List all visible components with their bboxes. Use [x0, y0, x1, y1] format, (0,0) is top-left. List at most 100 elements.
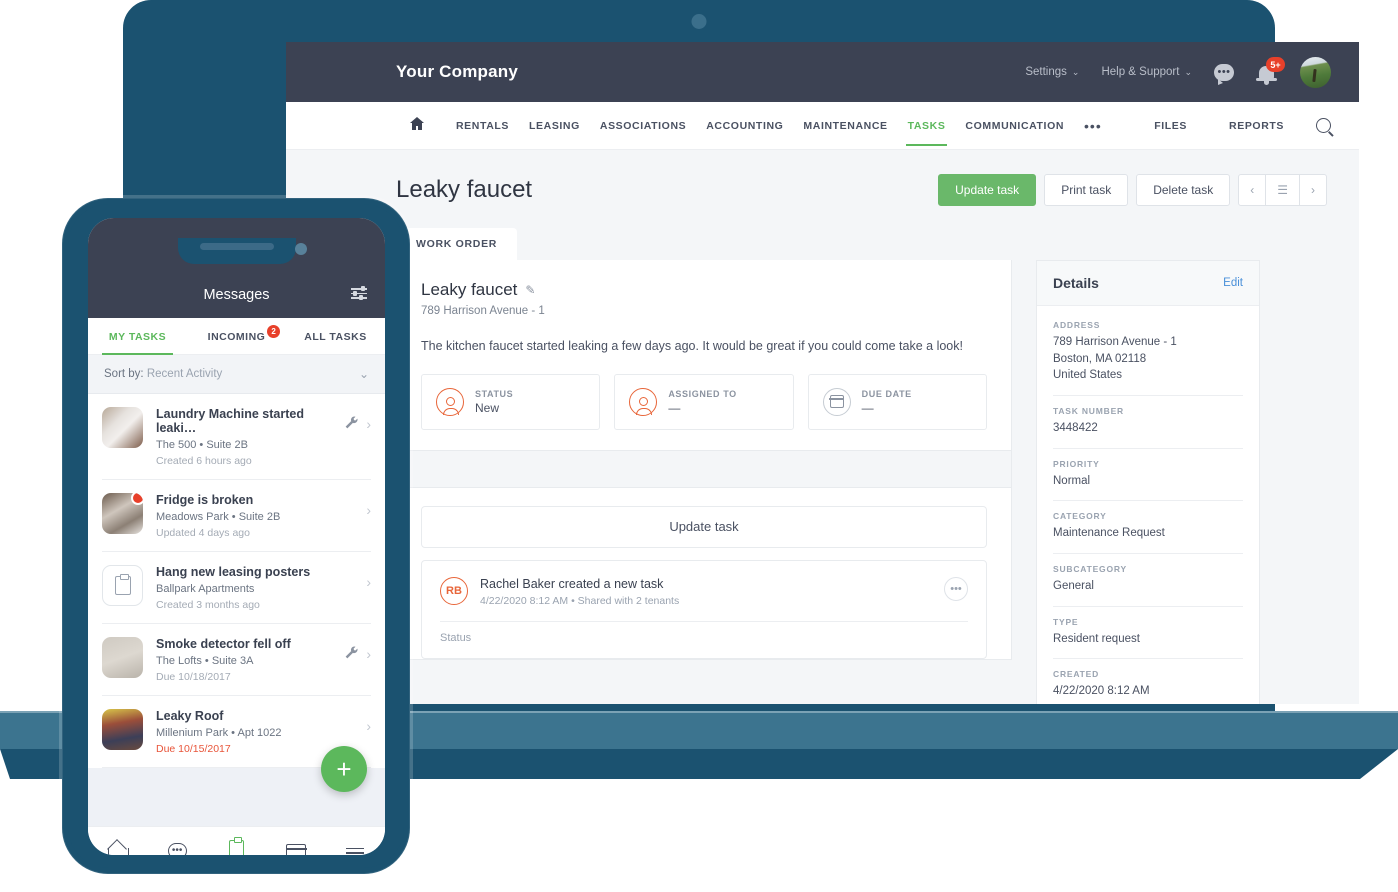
- detail-label: CATEGORY: [1053, 511, 1107, 522]
- list-item[interactable]: Hang new leasing posters Ballpark Apartm…: [88, 552, 385, 623]
- list-item-title: Fridge is broken: [156, 493, 254, 507]
- page-header: Leaky faucet Update task Print task Dele…: [286, 150, 1359, 206]
- nav-item-tasks[interactable]: TASKS: [898, 105, 956, 146]
- page-area: Leaky faucet Update task Print task Dele…: [286, 150, 1359, 704]
- status-icon: [436, 387, 464, 416]
- list-item[interactable]: Smoke detector fell off The Lofts • Suit…: [88, 624, 385, 695]
- content-row: Leaky faucet ✎ 789 Harrison Avenue - 1 T…: [286, 260, 1359, 704]
- feed-entry-title: Rachel Baker created a new task: [480, 576, 664, 591]
- list-item[interactable]: Fridge is broken Meadows Park • Suite 2B…: [88, 480, 385, 551]
- nav-tasks[interactable]: Tasks: [207, 837, 266, 855]
- list-item-actions: ›: [366, 565, 371, 590]
- list-item-actions: ›: [366, 493, 371, 518]
- nav-item-files[interactable]: FILES: [1144, 105, 1197, 146]
- details-body: ADDRESS 789 Harrison Avenue - 1 Boston, …: [1037, 306, 1259, 704]
- sliders-icon[interactable]: [351, 285, 367, 300]
- list-item-title: Hang new leasing posters: [156, 565, 311, 579]
- tab-incoming[interactable]: INCOMING 2: [187, 318, 286, 354]
- detail-value: Maintenance Request: [1053, 527, 1165, 540]
- sort-value: Recent Activity: [146, 368, 223, 380]
- prev-task-button[interactable]: ‹: [1238, 174, 1267, 206]
- clipboard-icon: [207, 837, 266, 855]
- list-item-meta: Due 10/18/2017: [156, 671, 231, 683]
- nav-messages[interactable]: ••• Messages: [147, 837, 206, 855]
- details-edit-link[interactable]: Edit: [1223, 277, 1243, 289]
- feed-status-label: Status: [440, 631, 472, 644]
- task-main-card: Leaky faucet ✎ 789 Harrison Avenue - 1 T…: [396, 260, 1012, 660]
- delete-task-button[interactable]: Delete task: [1136, 174, 1231, 206]
- avatar[interactable]: [1300, 56, 1331, 88]
- notifications-button[interactable]: 5+: [1256, 57, 1285, 85]
- search-icon[interactable]: [1316, 118, 1331, 133]
- phone-screen: Messages MY TASKS INCOMING 2 ALL TASKS So…: [88, 218, 385, 855]
- detail-row-type: TYPE Resident request: [1053, 607, 1243, 660]
- list-item[interactable]: Laundry Machine started leaki… The 500 •…: [88, 394, 385, 479]
- list-item-meta: Updated 4 days ago: [156, 527, 250, 539]
- detail-row-task-number: TASK NUMBER 3448422: [1053, 396, 1243, 449]
- sort-by-control[interactable]: Sort by: Recent Activity ⌄: [88, 355, 385, 394]
- list-item-meta: Due 10/15/2017: [156, 743, 231, 755]
- nav-overflow-button[interactable]: •••: [1074, 119, 1112, 133]
- nav-item-accounting[interactable]: ACCOUNTING: [696, 105, 793, 146]
- section-divider: [397, 449, 1011, 488]
- nav-item-rentals[interactable]: RENTALS: [446, 105, 519, 146]
- print-task-button[interactable]: Print task: [1044, 174, 1129, 206]
- chevron-right-icon: ›: [366, 502, 371, 518]
- details-panel: Details Edit ADDRESS 789 Harrison Avenue…: [1036, 260, 1260, 704]
- chat-icon[interactable]: •••: [1214, 63, 1234, 85]
- detail-value: General: [1053, 580, 1094, 593]
- due-date-label: DUE DATE: [861, 388, 912, 399]
- detail-row-created: CREATED 4/22/2020 8:12 AM: [1053, 659, 1243, 704]
- task-list-button[interactable]: ☰: [1265, 174, 1300, 206]
- page-title: Leaky faucet: [396, 176, 533, 203]
- tab-my-tasks[interactable]: MY TASKS: [88, 318, 187, 355]
- nav-item-communication[interactable]: COMMUNICATION: [955, 105, 1074, 146]
- phone-list-footer: +: [88, 746, 385, 826]
- phone-tabs: MY TASKS INCOMING 2 ALL TASKS: [88, 318, 385, 355]
- detail-label: CREATED: [1053, 669, 1100, 680]
- due-date-card[interactable]: DUE DATE —: [807, 373, 987, 430]
- nav-right-group: FILES REPORTS: [1144, 105, 1331, 146]
- nav-item-maintenance[interactable]: MAINTENANCE: [793, 105, 897, 146]
- pencil-icon[interactable]: ✎: [525, 283, 535, 297]
- chevron-down-icon: ⌄: [1184, 66, 1192, 77]
- brand-title: Your Company: [396, 62, 519, 81]
- home-icon[interactable]: [410, 116, 424, 135]
- settings-menu[interactable]: Settings ⌄: [1025, 66, 1079, 78]
- nav-payments[interactable]: Payments: [266, 837, 325, 855]
- update-task-button[interactable]: Update task: [938, 174, 1037, 206]
- status-card[interactable]: STATUS New: [421, 373, 601, 430]
- pager-group: ‹ ☰ ›: [1238, 174, 1327, 206]
- unread-dot: [131, 493, 143, 505]
- status-card-label: STATUS: [475, 388, 514, 399]
- nav-item-associations[interactable]: ASSOCIATIONS: [590, 105, 696, 146]
- phone-device: Messages MY TASKS INCOMING 2 ALL TASKS So…: [62, 198, 410, 874]
- next-task-button[interactable]: ›: [1299, 174, 1327, 206]
- nav-item-reports[interactable]: REPORTS: [1219, 105, 1294, 146]
- assigned-to-card[interactable]: ASSIGNED TO —: [614, 373, 794, 430]
- task-thumbnail: [102, 637, 143, 678]
- phone-bottom-nav: Properties ••• Messages Tasks Payments M…: [88, 826, 385, 855]
- screenshot-stage: Your Company Settings ⌄ Help & Support ⌄…: [0, 0, 1398, 892]
- detail-row-category: CATEGORY Maintenance Request: [1053, 501, 1243, 555]
- due-date-value: —: [861, 400, 874, 415]
- tab-work-order[interactable]: WORK ORDER: [396, 228, 518, 260]
- settings-label: Settings: [1025, 66, 1067, 78]
- detail-row-subcategory: SUBCATEGORY General: [1053, 554, 1243, 607]
- wrench-icon: [345, 416, 358, 432]
- task-card-subtitle: 789 Harrison Avenue - 1: [421, 305, 545, 317]
- detail-label: SUBCATEGORY: [1053, 564, 1127, 575]
- tab-all-tasks[interactable]: ALL TASKS: [286, 318, 385, 354]
- list-item-subtitle: Meadows Park • Suite 2B: [156, 511, 281, 523]
- task-card-title: Leaky faucet: [421, 280, 518, 299]
- app-topbar: Your Company Settings ⌄ Help & Support ⌄…: [286, 42, 1359, 102]
- task-card-title-row: Leaky faucet ✎: [421, 280, 987, 300]
- update-task-input[interactable]: Update task: [421, 505, 987, 548]
- add-task-button[interactable]: +: [321, 746, 367, 792]
- task-card-header: Leaky faucet ✎ 789 Harrison Avenue - 1: [397, 260, 1011, 331]
- ellipsis-icon[interactable]: •••: [944, 576, 968, 601]
- task-summary-cards: STATUS New ASSIGNED TO — DUE DATE —: [397, 373, 1011, 450]
- nav-item-leasing[interactable]: LEASING: [519, 105, 590, 146]
- list-item-meta: Created 6 hours ago: [156, 455, 252, 467]
- help-support-menu[interactable]: Help & Support ⌄: [1101, 66, 1192, 78]
